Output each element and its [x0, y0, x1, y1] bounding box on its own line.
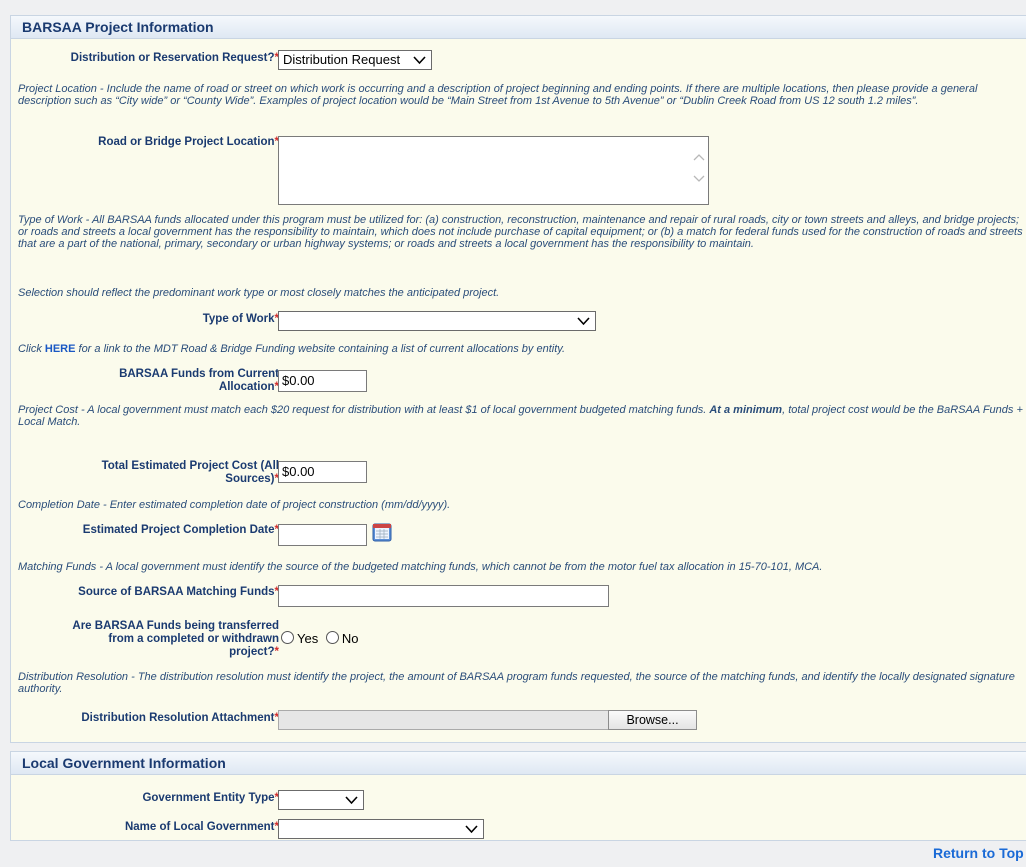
distribution-label: Distribution or Reservation Request?* — [70, 52, 279, 64]
funds-label: BARSAA Funds from Current Allocation* — [119, 368, 279, 393]
local-gov-header: Local Government Information — [11, 752, 1026, 775]
total-cost-label: Total Estimated Project Cost (All Source… — [101, 460, 279, 485]
transfer-question-label: Are BARSAA Funds being transferred from … — [72, 620, 279, 658]
browse-button[interactable]: Browse... — [608, 710, 697, 730]
funds-input[interactable]: $0.00 — [278, 370, 367, 392]
chevron-down-icon — [577, 317, 590, 326]
local-gov-panel: Local Government Information Government … — [10, 751, 1026, 841]
location-label: Road or Bridge Project Location* — [98, 136, 279, 148]
selection-help-text: Selection should reflect the predominant… — [18, 287, 500, 299]
attachment-file-field[interactable] — [278, 710, 609, 730]
scroll-down-icon — [693, 175, 705, 182]
chevron-down-icon — [345, 796, 358, 805]
scroll-up-icon — [693, 154, 705, 161]
distribution-select[interactable]: Distribution Request — [278, 50, 432, 70]
chevron-down-icon — [465, 825, 478, 834]
total-cost-input[interactable]: $0.00 — [278, 461, 367, 483]
work-type-label: Type of Work* — [202, 313, 279, 325]
textarea-scrollbar[interactable] — [692, 139, 706, 202]
radio-circle[interactable] — [281, 631, 294, 644]
here-link[interactable]: HERE — [45, 343, 76, 355]
work-type-select[interactable] — [278, 311, 596, 331]
entity-type-label: Government Entity Type* — [142, 792, 279, 804]
yes-radio[interactable]: Yes — [281, 631, 318, 646]
completion-help-text: Completion Date - Enter estimated comple… — [18, 499, 451, 511]
matching-funds-input[interactable] — [278, 585, 609, 607]
radio-circle[interactable] — [325, 631, 339, 644]
resolution-help-text: Distribution Resolution - The distributi… — [18, 671, 1015, 695]
project-info-title: BARSAA Project Information — [22, 19, 214, 35]
completion-date-input[interactable] — [278, 524, 367, 546]
project-cost-help-text: Project Cost - A local government must m… — [18, 404, 1023, 428]
project-info-panel: BARSAA Project Information Distribution … — [10, 15, 1026, 743]
allocation-link-text: Click HERE for a link to the MDT Road & … — [18, 343, 565, 355]
completion-date-label: Estimated Project Completion Date* — [82, 524, 279, 536]
local-gov-title: Local Government Information — [22, 755, 226, 771]
no-radio[interactable]: No — [325, 631, 358, 646]
attachment-label: Distribution Resolution Attachment* — [81, 712, 279, 724]
return-to-top-link[interactable]: Return to Top — [933, 845, 1024, 861]
calendar-icon[interactable] — [372, 522, 392, 542]
location-help-text: Project Location - Include the name of r… — [18, 83, 978, 107]
matching-funds-label: Source of BARSAA Matching Funds* — [78, 586, 279, 598]
gov-name-label: Name of Local Government* — [124, 821, 279, 833]
gov-name-select[interactable] — [278, 819, 484, 839]
transfer-radio-group: Yes No — [281, 631, 358, 646]
project-info-header: BARSAA Project Information — [11, 16, 1026, 39]
chevron-down-icon — [413, 56, 426, 65]
matching-help-text: Matching Funds - A local government must… — [18, 561, 823, 573]
work-type-help-text: Type of Work - All BARSAA funds allocate… — [18, 214, 1023, 250]
location-textarea[interactable] — [278, 136, 709, 205]
entity-type-select[interactable] — [278, 790, 364, 810]
